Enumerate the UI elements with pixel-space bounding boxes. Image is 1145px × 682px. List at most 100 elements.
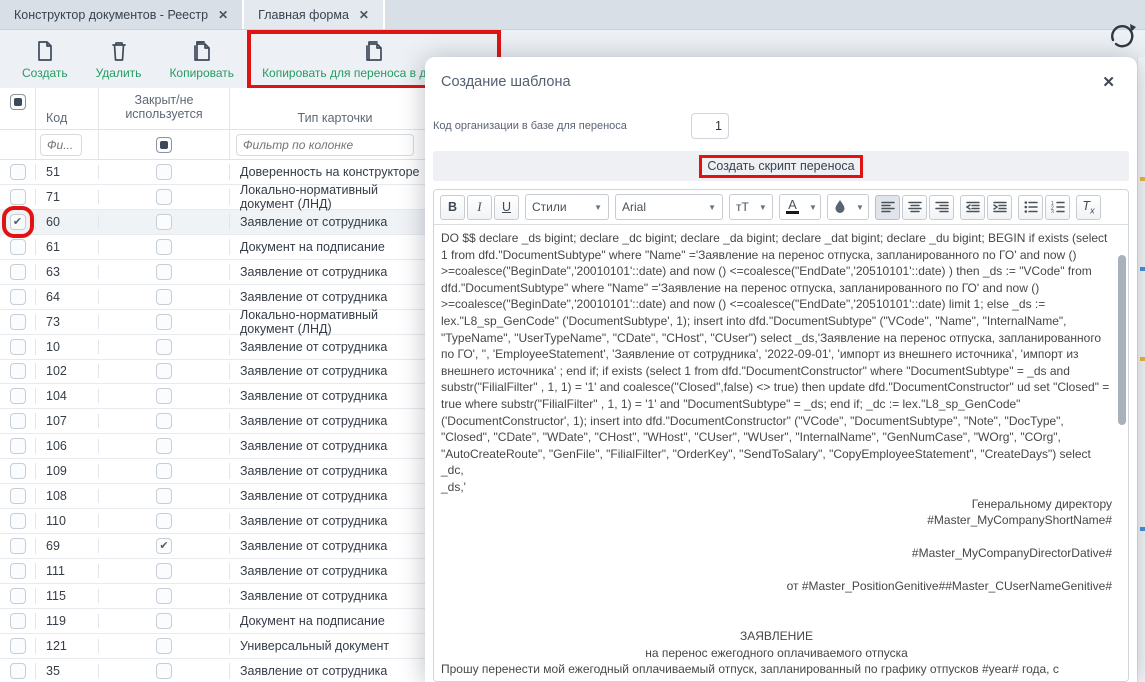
table-row[interactable]: 73 Локально-нормативный документ (ЛНД) — [0, 308, 430, 336]
table-row[interactable]: 102 Заявление от сотрудника — [0, 360, 430, 385]
row-select-checkbox[interactable] — [9, 538, 26, 555]
table-row[interactable]: 107 Заявление от сотрудника — [0, 409, 430, 435]
row-closed-checkbox[interactable] — [156, 313, 172, 330]
row-closed-checkbox[interactable] — [156, 238, 172, 255]
table-row[interactable]: 115 Заявление от сотрудника — [0, 584, 430, 609]
clear-formatting-button[interactable]: Tx — [1076, 194, 1101, 220]
row-select-checkbox[interactable] — [9, 188, 26, 205]
row-closed-checkbox[interactable] — [156, 562, 172, 579]
row-closed-checkbox[interactable] — [156, 163, 172, 180]
create-button[interactable]: Создать — [12, 35, 78, 84]
row-closed-checkbox[interactable] — [156, 488, 172, 505]
bold-button[interactable]: B — [440, 194, 465, 220]
type-filter-input[interactable] — [236, 133, 414, 156]
bullet-list-button[interactable] — [1018, 194, 1043, 220]
row-closed-checkbox[interactable] — [156, 438, 172, 455]
editor-content[interactable]: DO $$ declare _ds bigint; declare _dc bi… — [434, 225, 1128, 681]
row-select-checkbox[interactable] — [9, 562, 26, 579]
table-row[interactable]: 108 Заявление от сотрудника — [0, 484, 430, 510]
outdent-button[interactable] — [960, 194, 985, 220]
table-row[interactable]: 60 Заявление от сотрудника — [0, 205, 430, 238]
align-left-button[interactable] — [875, 194, 900, 220]
table-row[interactable]: 111 Заявление от сотрудника — [0, 559, 430, 584]
row-select-checkbox[interactable] — [9, 438, 26, 455]
text-color-dropdown[interactable]: A ▼ — [779, 194, 821, 220]
table-row[interactable]: 121 Универсальный документ — [0, 634, 430, 659]
row-closed-checkbox[interactable] — [156, 587, 172, 604]
row-closed-checkbox[interactable] — [156, 363, 172, 380]
row-closed-checkbox[interactable] — [156, 288, 172, 305]
styles-dropdown[interactable]: Стили ▼ — [525, 194, 609, 220]
row-select-checkbox[interactable] — [9, 263, 26, 280]
table-row[interactable]: 35 Заявление от сотрудника — [0, 659, 430, 682]
font-size-dropdown[interactable]: тT ▼ — [729, 194, 773, 220]
fill-color-dropdown[interactable]: ▼ — [827, 194, 869, 220]
row-select-checkbox[interactable] — [9, 513, 26, 530]
table-row[interactable]: 10 Заявление от сотрудника — [0, 335, 430, 360]
copy-button[interactable]: Копировать — [159, 35, 244, 84]
align-center-button[interactable] — [902, 194, 927, 220]
modal-close-icon[interactable]: ✕ — [1096, 71, 1121, 93]
row-select-checkbox[interactable] — [9, 463, 26, 480]
align-right-button[interactable] — [929, 194, 954, 220]
row-closed-checkbox[interactable] — [156, 637, 172, 654]
row-closed-checkbox[interactable] — [156, 538, 172, 555]
table-row[interactable]: 64 Заявление от сотрудника — [0, 285, 430, 310]
underline-button[interactable]: U — [494, 194, 519, 220]
row-closed-checkbox[interactable] — [156, 662, 172, 679]
table-row[interactable]: 110 Заявление от сотрудника — [0, 509, 430, 535]
font-family-dropdown[interactable]: Arial ▼ — [615, 194, 723, 220]
row-select-checkbox[interactable] — [9, 338, 26, 355]
select-all-checkbox[interactable] — [9, 94, 26, 110]
column-header-closed[interactable]: Закрыт/не используется — [99, 88, 230, 129]
row-closed-checkbox[interactable] — [156, 388, 172, 405]
code-filter-input[interactable] — [40, 133, 82, 156]
row-select-checkbox[interactable] — [9, 637, 26, 654]
row-closed-checkbox[interactable] — [156, 413, 172, 430]
italic-button[interactable]: I — [467, 194, 492, 220]
row-select-checkbox[interactable] — [9, 413, 26, 430]
table-row[interactable]: 51 Доверенность на конструкторе — [0, 160, 430, 185]
numbered-list-button[interactable]: 123 — [1045, 194, 1070, 220]
table-row[interactable]: 119 Документ на подписание — [0, 609, 430, 634]
row-closed-checkbox[interactable] — [156, 463, 172, 480]
row-closed-checkbox[interactable] — [156, 338, 172, 355]
refresh-icon[interactable] — [1106, 20, 1138, 57]
create-transfer-script-button[interactable]: Создать скрипт переноса — [433, 151, 1129, 181]
row-select-checkbox[interactable] — [9, 288, 26, 305]
row-select-checkbox[interactable] — [9, 238, 26, 255]
tab-close-icon[interactable]: ✕ — [359, 8, 369, 22]
row-closed-checkbox[interactable] — [156, 213, 172, 230]
row-closed-checkbox[interactable] — [156, 188, 172, 205]
table-row[interactable]: 61 Документ на подписание — [0, 235, 430, 260]
row-select-checkbox[interactable] — [9, 587, 26, 604]
row-closed-checkbox[interactable] — [156, 513, 172, 530]
closed-filter-checkbox[interactable] — [156, 136, 172, 153]
delete-button[interactable]: Удалить — [86, 35, 152, 84]
column-header-code[interactable]: Код — [36, 88, 99, 129]
editor-scrollbar[interactable] — [1117, 227, 1126, 679]
table-row[interactable]: 69 Заявление от сотрудника — [0, 534, 430, 559]
row-select-checkbox[interactable] — [9, 363, 26, 380]
editor-scrollbar-thumb[interactable] — [1118, 255, 1126, 425]
org-code-input[interactable] — [690, 113, 729, 139]
tab-document-constructor-registry[interactable]: Конструктор документов - Реестр ✕ — [0, 0, 245, 29]
tab-main-form[interactable]: Главная форма ✕ — [244, 0, 385, 29]
table-row[interactable]: 104 Заявление от сотрудника — [0, 384, 430, 410]
table-row[interactable]: 109 Заявление от сотрудника — [0, 459, 430, 485]
indent-button[interactable] — [987, 194, 1012, 220]
table-row[interactable]: 106 Заявление от сотрудника — [0, 434, 430, 460]
row-select-checkbox[interactable] — [9, 662, 26, 679]
row-select-checkbox[interactable] — [9, 163, 26, 180]
row-closed-checkbox[interactable] — [156, 612, 172, 629]
row-select-checkbox[interactable] — [9, 488, 26, 505]
row-select-checkbox[interactable] — [1, 205, 34, 238]
row-select-checkbox[interactable] — [9, 313, 26, 330]
table-row[interactable]: 63 Заявление от сотрудника — [0, 260, 430, 285]
row-closed-checkbox[interactable] — [156, 263, 172, 280]
column-header-type[interactable]: Тип карточки — [230, 88, 430, 129]
row-select-checkbox[interactable] — [9, 612, 26, 629]
table-row[interactable]: 71 Локально-нормативный документ (ЛНД) — [0, 183, 430, 211]
row-select-checkbox[interactable] — [9, 388, 26, 405]
tab-close-icon[interactable]: ✕ — [218, 8, 228, 22]
